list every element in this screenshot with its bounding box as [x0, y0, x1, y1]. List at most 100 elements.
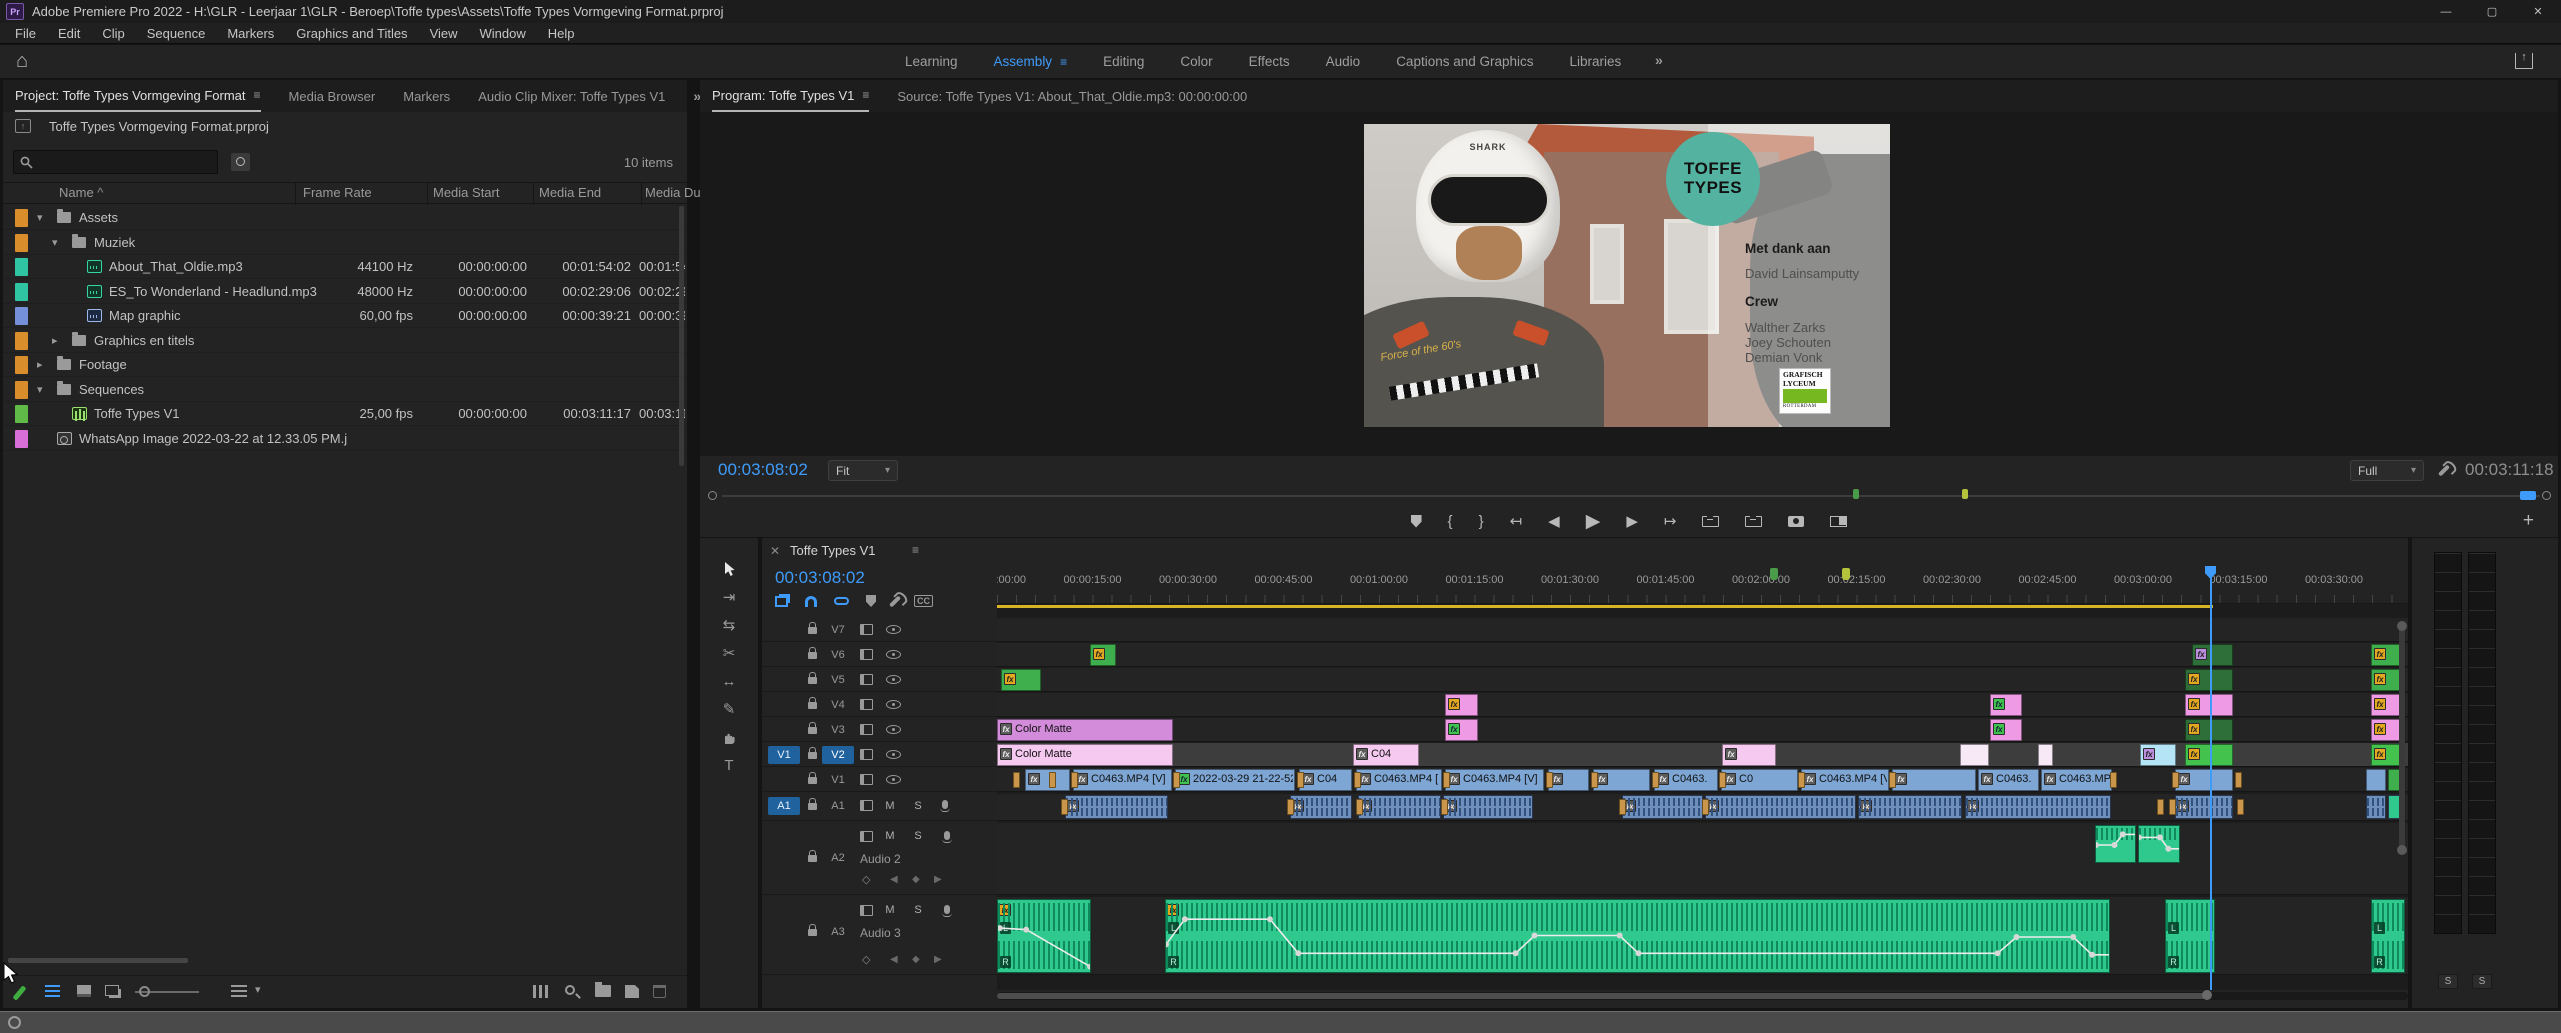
keyframe-icon[interactable]: ◇: [862, 873, 870, 886]
toggle-output-icon[interactable]: [886, 700, 901, 709]
lock-icon[interactable]: [808, 752, 817, 759]
track-name-v3[interactable]: V3: [822, 721, 854, 739]
track-lane-a2[interactable]: [997, 823, 2408, 895]
clip[interactable]: [1960, 744, 1989, 766]
clip[interactable]: fxC0463.MP4 [V]: [1801, 769, 1889, 791]
comparison-view-button[interactable]: [1830, 516, 1847, 527]
clip[interactable]: fxColor Matte: [997, 744, 1173, 766]
transition[interactable]: [2237, 799, 2244, 815]
clip[interactable]: fxC0463.MP4 [: [1356, 769, 1442, 791]
next-keyframe-icon[interactable]: ▶: [934, 954, 942, 965]
new-bin-icon[interactable]: [595, 985, 611, 997]
track-name-v6[interactable]: V6: [822, 646, 854, 664]
volume-keyframe[interactable]: [2139, 834, 2142, 840]
menu-sequence[interactable]: Sequence: [136, 26, 217, 41]
item-label[interactable]: Muziek: [94, 231, 135, 255]
find-icon[interactable]: [565, 985, 575, 995]
project-readout-icon[interactable]: [533, 985, 549, 998]
volume-keyframe[interactable]: [1267, 916, 1273, 922]
toggle-output-icon[interactable]: [886, 750, 901, 759]
audio-clip[interactable]: fx: [1065, 795, 1168, 819]
search-bin-icon[interactable]: [231, 153, 250, 171]
track-lane-a1[interactable]: fxfxfxfxfxfxfxfxfx: [997, 794, 2408, 821]
audio-clip[interactable]: fx: [1290, 795, 1352, 819]
zoom-level-select[interactable]: Fit ▾: [828, 460, 898, 481]
keyframe-icon[interactable]: ◇: [862, 953, 870, 966]
clip[interactable]: fx2022-03-29 21-22-52.: [1175, 769, 1295, 791]
scrubber-playhead[interactable]: [2520, 491, 2536, 500]
search-input[interactable]: [13, 150, 218, 174]
minimize-button[interactable]: —: [2423, 0, 2469, 23]
sort-chevron-icon[interactable]: ▾: [255, 983, 261, 996]
track-name-v2[interactable]: V2: [822, 746, 854, 764]
clip[interactable]: fx: [1892, 769, 1976, 791]
workspace-tab-audio[interactable]: Audio: [1326, 54, 1361, 69]
label-color-chip[interactable]: [15, 209, 28, 227]
selection-tool[interactable]: [700, 556, 758, 582]
taskbar-app-icon[interactable]: [8, 1016, 21, 1029]
track-label[interactable]: Audio 2: [860, 852, 901, 866]
transition[interactable]: [1354, 772, 1361, 788]
volume-keyframe[interactable]: [1617, 933, 1623, 939]
insert-nest-icon[interactable]: [775, 596, 788, 607]
label-color-chip[interactable]: [15, 381, 28, 399]
pen-tool[interactable]: ✎: [700, 696, 758, 722]
source-indicator[interactable]: A1: [768, 797, 800, 815]
timeline-settings-icon[interactable]: [889, 595, 901, 607]
lock-icon[interactable]: [808, 929, 817, 936]
add-keyframe-icon[interactable]: ◆: [912, 954, 920, 965]
timeline-ruler[interactable]: 00:00:00:0000:00:15:0000:00:30:0000:00:4…: [997, 566, 2408, 604]
source-patch-icon[interactable]: [860, 699, 873, 710]
workspace-tab-color[interactable]: Color: [1180, 54, 1212, 69]
lock-icon[interactable]: [808, 727, 817, 734]
track-lane-v4[interactable]: fxfxfxfx: [997, 693, 2408, 717]
transition[interactable]: [1798, 772, 1805, 788]
project-hscrollbar[interactable]: [8, 958, 188, 963]
tab-audio-clip-mixer-toffe-types-v1[interactable]: Audio Clip Mixer: Toffe Types V1: [478, 80, 665, 112]
menu-help[interactable]: Help: [537, 26, 586, 41]
transition[interactable]: [1071, 772, 1078, 788]
twirl-icon[interactable]: ▾: [37, 206, 43, 230]
source-patch-icon[interactable]: [860, 624, 873, 635]
menu-markers[interactable]: Markers: [216, 26, 285, 41]
source-patch-icon[interactable]: [860, 674, 873, 685]
volume-keyframe[interactable]: [1532, 933, 1538, 939]
prev-keyframe-icon[interactable]: ◀: [890, 954, 898, 965]
project-row-about-that-oldie-mp3[interactable]: About_That_Oldie.mp344100 Hz00:00:00:000…: [3, 255, 687, 279]
audio-clip[interactable]: fx: [1622, 795, 1703, 819]
hand-tool[interactable]: [700, 724, 758, 750]
menu-clip[interactable]: Clip: [91, 26, 135, 41]
step-forward-button[interactable]: ▶: [1626, 514, 1638, 529]
vscrollbar-knob-top[interactable]: [2397, 621, 2407, 631]
volume-keyframe[interactable]: [1513, 950, 1519, 956]
transition[interactable]: [1356, 799, 1363, 815]
track-lane-a3[interactable]: LRfxLRfxLRLR: [997, 897, 2408, 975]
timeline-vscrollbar[interactable]: [2399, 623, 2405, 853]
item-label[interactable]: Toffe Types V1: [94, 402, 180, 426]
solo-button[interactable]: S: [910, 828, 926, 844]
clip[interactable]: fx: [1990, 719, 2022, 741]
razor-tool[interactable]: ✂: [700, 640, 758, 666]
transition[interactable]: [1443, 772, 1450, 788]
source-patch-icon[interactable]: [860, 831, 873, 842]
lock-icon[interactable]: [808, 677, 817, 684]
audio-clip[interactable]: LRfx: [1165, 899, 2110, 973]
freeform-view-icon[interactable]: [105, 985, 119, 996]
source-patch-icon[interactable]: [860, 724, 873, 735]
panel-menu-icon[interactable]: ≡: [912, 543, 919, 557]
icon-view-icon[interactable]: [77, 985, 91, 997]
breadcrumb-label[interactable]: Toffe Types Vormgeving Format.prproj: [49, 119, 269, 134]
tab-media-browser[interactable]: Media Browser: [289, 80, 376, 112]
label-color-chip[interactable]: [15, 307, 28, 325]
hscrollbar-zoom-knob[interactable]: [2202, 990, 2212, 1000]
mark-in-button[interactable]: {: [1448, 514, 1453, 529]
step-back-button[interactable]: ◀: [1548, 514, 1560, 529]
project-row-muziek[interactable]: ▾Muziek: [3, 231, 687, 255]
track-name-v4[interactable]: V4: [822, 696, 854, 714]
item-label[interactable]: Footage: [79, 353, 127, 377]
volume-keyframe[interactable]: [1182, 916, 1188, 922]
track-lane-v3[interactable]: fxColor Mattefxfxfxfx: [997, 718, 2408, 742]
workspace-overflow-icon[interactable]: »: [1655, 52, 1663, 68]
clip[interactable]: fx: [2192, 644, 2233, 666]
tab-source-toffe-types-v1-about-th[interactable]: Source: Toffe Types V1: About_That_Oldie…: [897, 80, 1247, 112]
